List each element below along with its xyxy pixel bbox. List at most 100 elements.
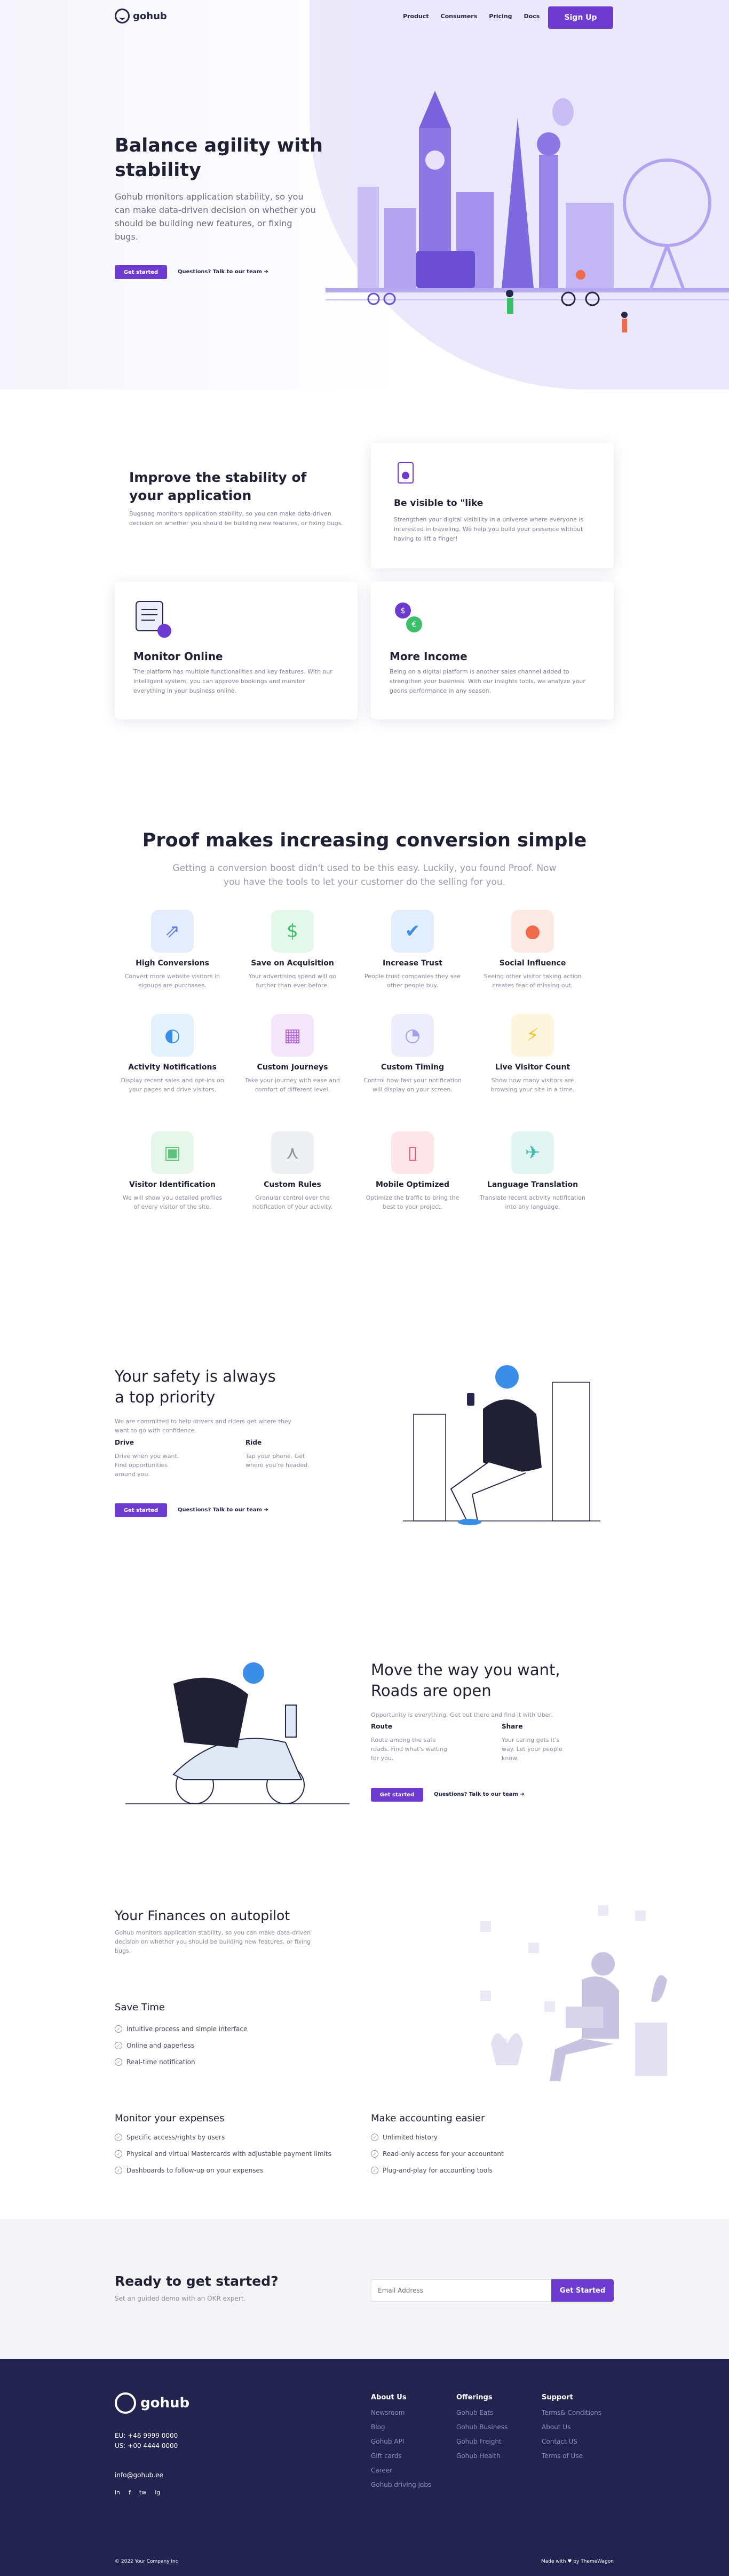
footer-link[interactable]: About Us bbox=[542, 2423, 601, 2431]
check-item: ✓ Intuitive process and simple interface bbox=[115, 2025, 247, 2033]
card-body: Strengthen your digital visibility in a … bbox=[394, 516, 584, 542]
signup-button[interactable]: Sign Up bbox=[548, 6, 613, 29]
feature-title: High Conversions bbox=[136, 959, 209, 968]
hero-body: Gohub monitors application stability, so… bbox=[115, 192, 316, 242]
logo-icon bbox=[115, 9, 130, 23]
footer-link[interactable]: Gohub Health bbox=[456, 2452, 508, 2460]
hero-title: Balance agility with stability bbox=[115, 135, 323, 181]
gohub-logo[interactable]: gohub bbox=[115, 9, 167, 23]
feature-title: Language Translation bbox=[487, 1180, 579, 1189]
route-heading: Route bbox=[371, 1723, 392, 1730]
proof-subtitle: Getting a conversion boost didn't used t… bbox=[172, 863, 557, 887]
feature-title: Visitor Identification bbox=[129, 1180, 216, 1189]
footer-link[interactable]: Blog bbox=[371, 2423, 431, 2431]
card-body: Being on a digital platform is another s… bbox=[390, 668, 585, 694]
feature-body: Show how many visitors are browsing your… bbox=[490, 1077, 575, 1093]
feature-body: Granular control over the notification o… bbox=[252, 1194, 333, 1210]
feature-body: Optimize the traffic to bring the best t… bbox=[366, 1194, 459, 1210]
nav-pricing[interactable]: Pricing bbox=[489, 13, 512, 20]
footer-col: About Us Newsroom Blog Gohub API Gift cards C… bbox=[371, 2393, 431, 2495]
instagram-icon[interactable]: ig bbox=[155, 2489, 160, 2496]
check-icon: ✓ bbox=[115, 2025, 122, 2033]
check-item: ✓ Online and paperless bbox=[115, 2042, 194, 2049]
hero-talk-link[interactable]: Questions? Talk to our team ➜ bbox=[178, 269, 268, 275]
finance-title: Your Finances on autopilot bbox=[115, 1908, 290, 1923]
safety-cta-button[interactable]: Get started bbox=[115, 1503, 167, 1517]
footer-link[interactable]: Career bbox=[371, 2467, 431, 2474]
check-item: ✓ Specific access/rights by users bbox=[115, 2134, 225, 2141]
feature-bolt: ⚡ Live Visitor Count Show how many visitor… bbox=[479, 1014, 586, 1094]
footer-email[interactable]: info@gohub.ee bbox=[115, 2471, 163, 2479]
feature-body: Display recent sales and opt-ins on your… bbox=[121, 1077, 224, 1093]
accounting-title: Make accounting easier bbox=[371, 2113, 485, 2124]
footer-link[interactable]: Gohub Eats bbox=[456, 2409, 508, 2416]
feature-title: Custom Rules bbox=[264, 1180, 321, 1189]
scooter-illustration bbox=[125, 1662, 350, 1804]
move-talk-link[interactable]: Questions? Talk to our team ➜ bbox=[434, 1792, 525, 1797]
navbar: gohub Product Consumers Pricing Docs Sig… bbox=[0, 0, 729, 37]
card-monitor: Monitor Online The platform has multiple… bbox=[115, 582, 358, 719]
footer-link[interactable]: Gohub Freight bbox=[456, 2438, 508, 2445]
footer-link[interactable]: Contact US bbox=[542, 2438, 601, 2445]
phone-us: US: +00 4444 0000 bbox=[115, 2442, 178, 2450]
get-started-button[interactable]: Get Started bbox=[551, 2279, 614, 2302]
working-woman-illustration bbox=[480, 1905, 667, 2081]
check-icon: ✓ bbox=[371, 2134, 378, 2141]
safety-talk-link[interactable]: Questions? Talk to our team ➜ bbox=[178, 1507, 268, 1513]
nav-product[interactable]: Product bbox=[403, 13, 429, 20]
check-icon: ✓ bbox=[371, 2167, 378, 2174]
footer-link[interactable]: Gohub API bbox=[371, 2438, 431, 2445]
footer-logo[interactable]: gohub bbox=[115, 2392, 189, 2414]
footer-link[interactable]: Terms& Conditions bbox=[542, 2409, 601, 2416]
logo-text: gohub bbox=[133, 10, 167, 22]
coins-icon: $€ bbox=[395, 603, 422, 632]
check-icon: ✓ bbox=[115, 2134, 122, 2141]
credit: Made with ♥ by ThemeWagon bbox=[541, 2559, 614, 2564]
footer-link[interactable]: Gohub Business bbox=[456, 2423, 508, 2431]
email-input[interactable] bbox=[371, 2279, 552, 2302]
badge-icon: ▣ bbox=[151, 1131, 194, 1174]
card-income: $ € More Income Being on a digital platfo… bbox=[371, 582, 614, 719]
check-label: Online and paperless bbox=[126, 2042, 195, 2049]
feature-toggle: ◐ Activity Notifications Display recent sa… bbox=[119, 1014, 226, 1094]
move-title: Move the way you want, Roads are open bbox=[371, 1661, 560, 1700]
check-icon: ✓ bbox=[115, 2167, 122, 2174]
safety-title: Your safety is always a top priority bbox=[115, 1367, 276, 1406]
footer-link[interactable]: Newsroom bbox=[371, 2409, 431, 2416]
footer-link[interactable]: Terms of Use bbox=[542, 2452, 601, 2460]
arrows-icon: ⇗ bbox=[151, 910, 194, 953]
check-icon: ✓ bbox=[115, 2150, 122, 2158]
document-icon bbox=[398, 462, 414, 484]
footer-col: Support Terms& Conditions About Us Contact … bbox=[542, 2393, 601, 2467]
nav-docs[interactable]: Docs bbox=[524, 13, 540, 20]
route-text: Route among the safe roads. Find what's … bbox=[371, 1737, 447, 1762]
hero-cta-button[interactable]: Get started bbox=[115, 265, 167, 279]
feature-title: Save on Acquisition bbox=[251, 959, 334, 968]
feature-body: Your advertising spend will go further t… bbox=[248, 973, 337, 989]
timer-icon: ◔ bbox=[391, 1014, 434, 1057]
facebook-icon[interactable]: f bbox=[129, 2489, 131, 2496]
proof-title: Proof makes increasing conversion simple bbox=[142, 830, 587, 851]
check-label: Physical and virtual Mastercards with ad… bbox=[126, 2150, 331, 2158]
feature-title: Live Visitor Count bbox=[495, 1063, 570, 1072]
move-cta-button[interactable]: Get started bbox=[371, 1788, 423, 1802]
plane-icon: ✈ bbox=[511, 1131, 554, 1174]
share-text: Your caring gets it's way. Let your peop… bbox=[502, 1737, 562, 1762]
check-item: ✓ Read-only access for your accountant bbox=[371, 2150, 504, 2158]
twitter-icon[interactable]: tw bbox=[139, 2489, 146, 2496]
feature-dollar: $ Save on Acquisition Your advertising spe… bbox=[239, 910, 346, 990]
monitor-icon bbox=[136, 601, 171, 638]
feature-title: Social Influence bbox=[499, 959, 566, 968]
move-body: Opportunity is everything. Get out there… bbox=[371, 1711, 553, 1718]
nav-consumers[interactable]: Consumers bbox=[441, 13, 478, 20]
linkedin-icon[interactable]: in bbox=[115, 2489, 120, 2496]
city-illustration bbox=[326, 91, 729, 332]
svg-text:$: $ bbox=[401, 607, 406, 615]
footer-link[interactable]: Gohub driving jobs bbox=[371, 2481, 431, 2488]
drive-text: Drive when you want. Find opportunities … bbox=[115, 1453, 179, 1478]
feature-body: Seeing other visitor taking action creat… bbox=[484, 973, 582, 989]
footer-link[interactable]: Gift cards bbox=[371, 2452, 431, 2460]
copyright: © 2022 Your Company Inc bbox=[115, 2559, 178, 2564]
check-label: Plug-and-play for accounting tools bbox=[383, 2167, 493, 2174]
toggle-icon: ◐ bbox=[151, 1014, 194, 1057]
